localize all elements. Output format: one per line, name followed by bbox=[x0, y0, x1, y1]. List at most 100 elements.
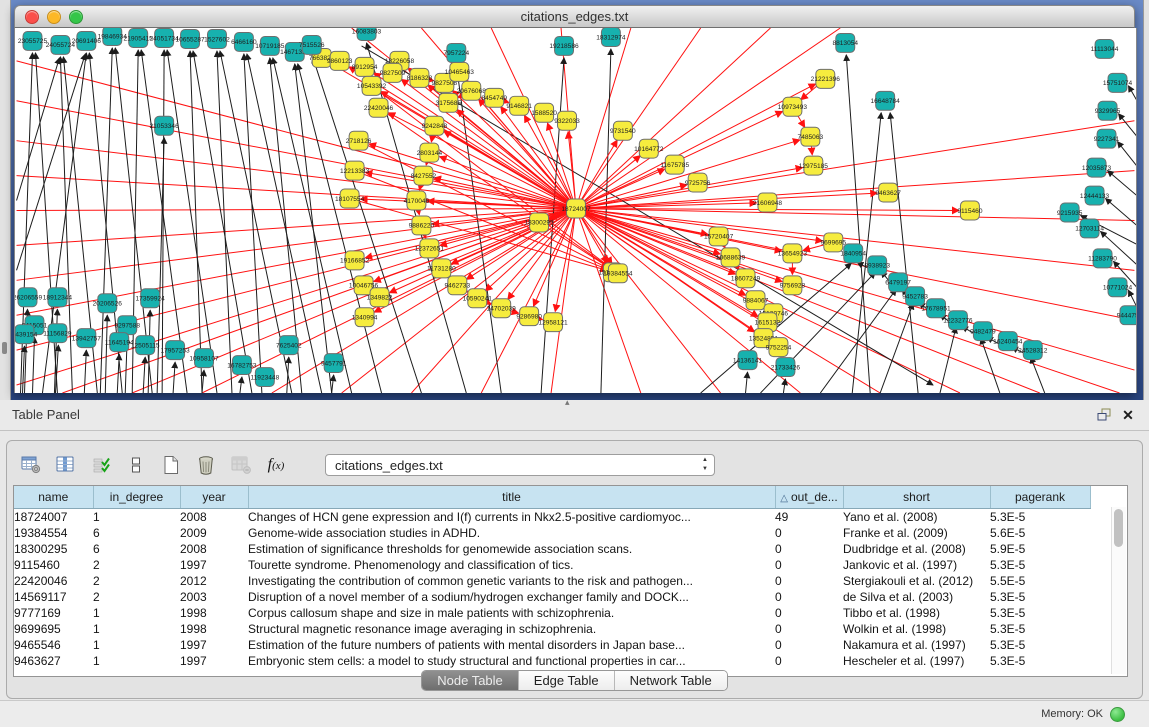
graph-node[interactable]: 9756928 bbox=[780, 276, 806, 295]
graph-node[interactable]: 18912344 bbox=[43, 288, 73, 307]
graph-node[interactable]: 12703114 bbox=[1075, 219, 1104, 238]
function-builder-button[interactable]: f(x) bbox=[262, 452, 290, 478]
graph-node[interactable]: 11645194 bbox=[105, 333, 134, 352]
graph-node[interactable]: 1349822 bbox=[367, 288, 393, 307]
left-panel-divider[interactable] bbox=[0, 0, 11, 400]
graph-node[interactable]: 9115460 bbox=[957, 201, 982, 220]
tab-network-table[interactable]: Network Table bbox=[615, 671, 727, 690]
show-columns-button[interactable] bbox=[52, 452, 80, 478]
graph-node[interactable]: 11923448 bbox=[250, 368, 279, 387]
graph-node[interactable]: 9329965 bbox=[1095, 101, 1121, 120]
close-window-button[interactable] bbox=[25, 10, 39, 24]
graph-node[interactable]: 19218586 bbox=[549, 36, 579, 55]
graph-node[interactable]: 16648784 bbox=[871, 91, 901, 110]
column-header-title[interactable]: title bbox=[248, 486, 775, 509]
graph-node[interactable]: 26206559 bbox=[15, 288, 42, 307]
graph-node[interactable]: 13942757 bbox=[72, 329, 102, 348]
graph-node[interactable]: 9215935 bbox=[1057, 203, 1083, 222]
graph-node[interactable]: 22420046 bbox=[364, 98, 394, 117]
graph-node[interactable]: 16782753 bbox=[227, 356, 257, 375]
create-new-column-button[interactable] bbox=[157, 452, 185, 478]
graph-node[interactable]: 7485063 bbox=[798, 127, 824, 146]
network-window-titlebar[interactable]: citations_edges.txt bbox=[14, 5, 1135, 28]
table-row[interactable]: 1456911722003Disruption of a novel membe… bbox=[14, 589, 1090, 605]
graph-node[interactable]: 9827509 bbox=[380, 63, 406, 82]
graph-node[interactable]: 9452783 bbox=[902, 287, 928, 306]
column-header-name[interactable]: name bbox=[14, 486, 93, 509]
table-row[interactable]: 977716911998Corpus callosum shape and si… bbox=[14, 605, 1090, 621]
table-scrollbar-track[interactable] bbox=[1111, 507, 1126, 674]
network-view[interactable]: 1872400776638229860123891295418226058982… bbox=[15, 28, 1136, 393]
graph-node[interactable]: 20206526 bbox=[93, 294, 123, 313]
table-row[interactable]: 911546021997Tourette syndrome. Phenomeno… bbox=[14, 557, 1090, 573]
graph-node[interactable]: 3175685 bbox=[436, 93, 462, 112]
graph-node[interactable]: 7625402 bbox=[276, 336, 302, 355]
graph-node[interactable]: 21221396 bbox=[811, 69, 841, 88]
graph-node[interactable]: 8186328 bbox=[407, 68, 433, 87]
graph-node[interactable]: 11283790 bbox=[1088, 249, 1117, 268]
graph-node[interactable]: 17678951 bbox=[921, 299, 951, 318]
graph-node[interactable]: 10973493 bbox=[778, 97, 808, 116]
graph-node[interactable]: 9463627 bbox=[875, 183, 901, 202]
graph-node[interactable]: 10958107 bbox=[189, 349, 219, 368]
graph-node[interactable]: 8427552 bbox=[411, 166, 437, 185]
graph-node[interactable]: 4170046 bbox=[404, 191, 430, 210]
table-row[interactable]: 946362711997Embryonic stem cells: a mode… bbox=[14, 653, 1090, 669]
graph-node[interactable]: 11156829 bbox=[43, 324, 72, 343]
delete-column-button[interactable] bbox=[192, 452, 220, 478]
float-panel-button[interactable] bbox=[1095, 407, 1113, 423]
graph-node[interactable]: 13654923 bbox=[778, 244, 808, 263]
graph-node[interactable]: 12505115 bbox=[131, 336, 160, 355]
graph-node[interactable]: 8938923 bbox=[864, 256, 890, 275]
table-row[interactable]: 1938455462009Genome-wide association stu… bbox=[14, 525, 1090, 541]
graph-node[interactable]: 2718126 bbox=[346, 131, 372, 150]
graph-node[interactable]: 12444133 bbox=[1080, 186, 1110, 205]
graph-node[interactable]: 9444755 bbox=[1117, 306, 1136, 325]
column-settings-button[interactable] bbox=[17, 452, 45, 478]
graph-node[interactable]: 9227341 bbox=[1094, 129, 1120, 148]
graph-node[interactable]: 10655287 bbox=[175, 29, 205, 48]
table-scrollbar-thumb[interactable] bbox=[1114, 509, 1123, 547]
graph-node[interactable]: 9457791 bbox=[321, 354, 347, 373]
table-row[interactable]: 946554611997Estimation of the future num… bbox=[14, 637, 1090, 653]
graph-node[interactable]: 9146821 bbox=[506, 96, 532, 115]
column-header-pagerank[interactable]: pagerank bbox=[990, 486, 1090, 509]
graph-node[interactable]: 9297588 bbox=[114, 316, 140, 335]
table-selector[interactable]: citations_edges.txt▲▼ bbox=[325, 454, 715, 476]
graph-node[interactable]: 23055725 bbox=[18, 31, 48, 50]
graph-node[interactable]: 7957224 bbox=[444, 43, 470, 62]
row-height-button[interactable] bbox=[122, 452, 150, 478]
split-divider[interactable]: ▴ bbox=[565, 397, 570, 408]
graph-node[interactable]: 16083803 bbox=[352, 28, 382, 40]
column-header-out_de[interactable]: △out_de... bbox=[775, 486, 843, 509]
table-row[interactable]: 2242004622012Investigating the contribut… bbox=[14, 573, 1090, 589]
graph-node[interactable]: 1527602 bbox=[204, 29, 230, 48]
column-header-in_degree[interactable]: in_degree bbox=[93, 486, 180, 509]
graph-node[interactable]: 12372651 bbox=[415, 239, 445, 258]
graph-node[interactable]: 10164772 bbox=[634, 139, 664, 158]
graph-node[interactable]: 11113044 bbox=[1091, 39, 1119, 58]
right-panel-divider[interactable] bbox=[1143, 0, 1149, 400]
table-row[interactable]: 1830029562008Estimation of significance … bbox=[14, 541, 1090, 557]
graph-node[interactable]: 12975185 bbox=[799, 156, 829, 175]
divider-grip[interactable] bbox=[2, 342, 7, 354]
graph-node[interactable]: 2803144 bbox=[417, 143, 443, 162]
graph-node[interactable]: 9699695 bbox=[820, 233, 846, 252]
table-row[interactable]: 1872400712008Changes of HCN gene express… bbox=[14, 509, 1090, 526]
graph-node[interactable]: 9725756 bbox=[685, 173, 711, 192]
graph-node[interactable]: 10771024 bbox=[1103, 278, 1133, 297]
select-all-attributes-button[interactable] bbox=[87, 452, 115, 478]
minimize-window-button[interactable] bbox=[47, 10, 61, 24]
graph-node[interactable]: 15720407 bbox=[704, 227, 734, 246]
graph-node[interactable]: 9731540 bbox=[610, 121, 636, 140]
graph-node[interactable]: 8912954 bbox=[352, 57, 378, 76]
graph-node[interactable]: 15751074 bbox=[1103, 73, 1133, 92]
graph-node[interactable]: 17957253 bbox=[160, 341, 190, 360]
graph-node[interactable]: 18312974 bbox=[596, 28, 626, 46]
column-header-short[interactable]: short bbox=[843, 486, 990, 509]
graph-node[interactable]: 8454749 bbox=[481, 88, 507, 107]
graph-node[interactable]: 21053346 bbox=[149, 116, 179, 135]
graph-node[interactable]: 11731280 bbox=[427, 259, 456, 278]
graph-node[interactable]: 14136141 bbox=[733, 351, 763, 370]
column-header-year[interactable]: year bbox=[180, 486, 248, 509]
